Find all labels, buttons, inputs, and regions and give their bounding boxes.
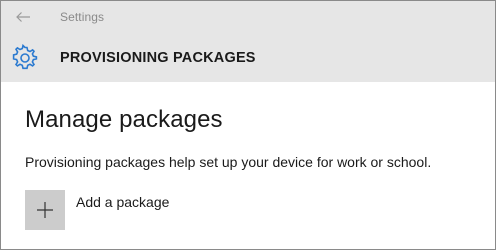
- title-bar: Settings: [1, 1, 495, 34]
- add-package-button[interactable]: Add a package: [25, 190, 169, 230]
- back-arrow-icon: [16, 12, 30, 22]
- app-title: Settings: [60, 10, 105, 24]
- gear-icon: [12, 44, 38, 70]
- page-header: PROVISIONING PACKAGES: [1, 34, 495, 82]
- add-package-tile[interactable]: [25, 190, 65, 230]
- back-button[interactable]: [11, 7, 35, 27]
- header-title: PROVISIONING PACKAGES: [60, 50, 256, 66]
- add-package-label[interactable]: Add a package: [76, 194, 169, 210]
- plus-icon: [37, 202, 53, 218]
- main-content: Manage packages Provisioning packages he…: [1, 82, 495, 249]
- page-title: Manage packages: [25, 106, 223, 133]
- description-text: Provisioning packages help set up your d…: [25, 154, 432, 170]
- settings-window: Settings PROVISIONING PACKAGES Manage pa…: [0, 0, 496, 250]
